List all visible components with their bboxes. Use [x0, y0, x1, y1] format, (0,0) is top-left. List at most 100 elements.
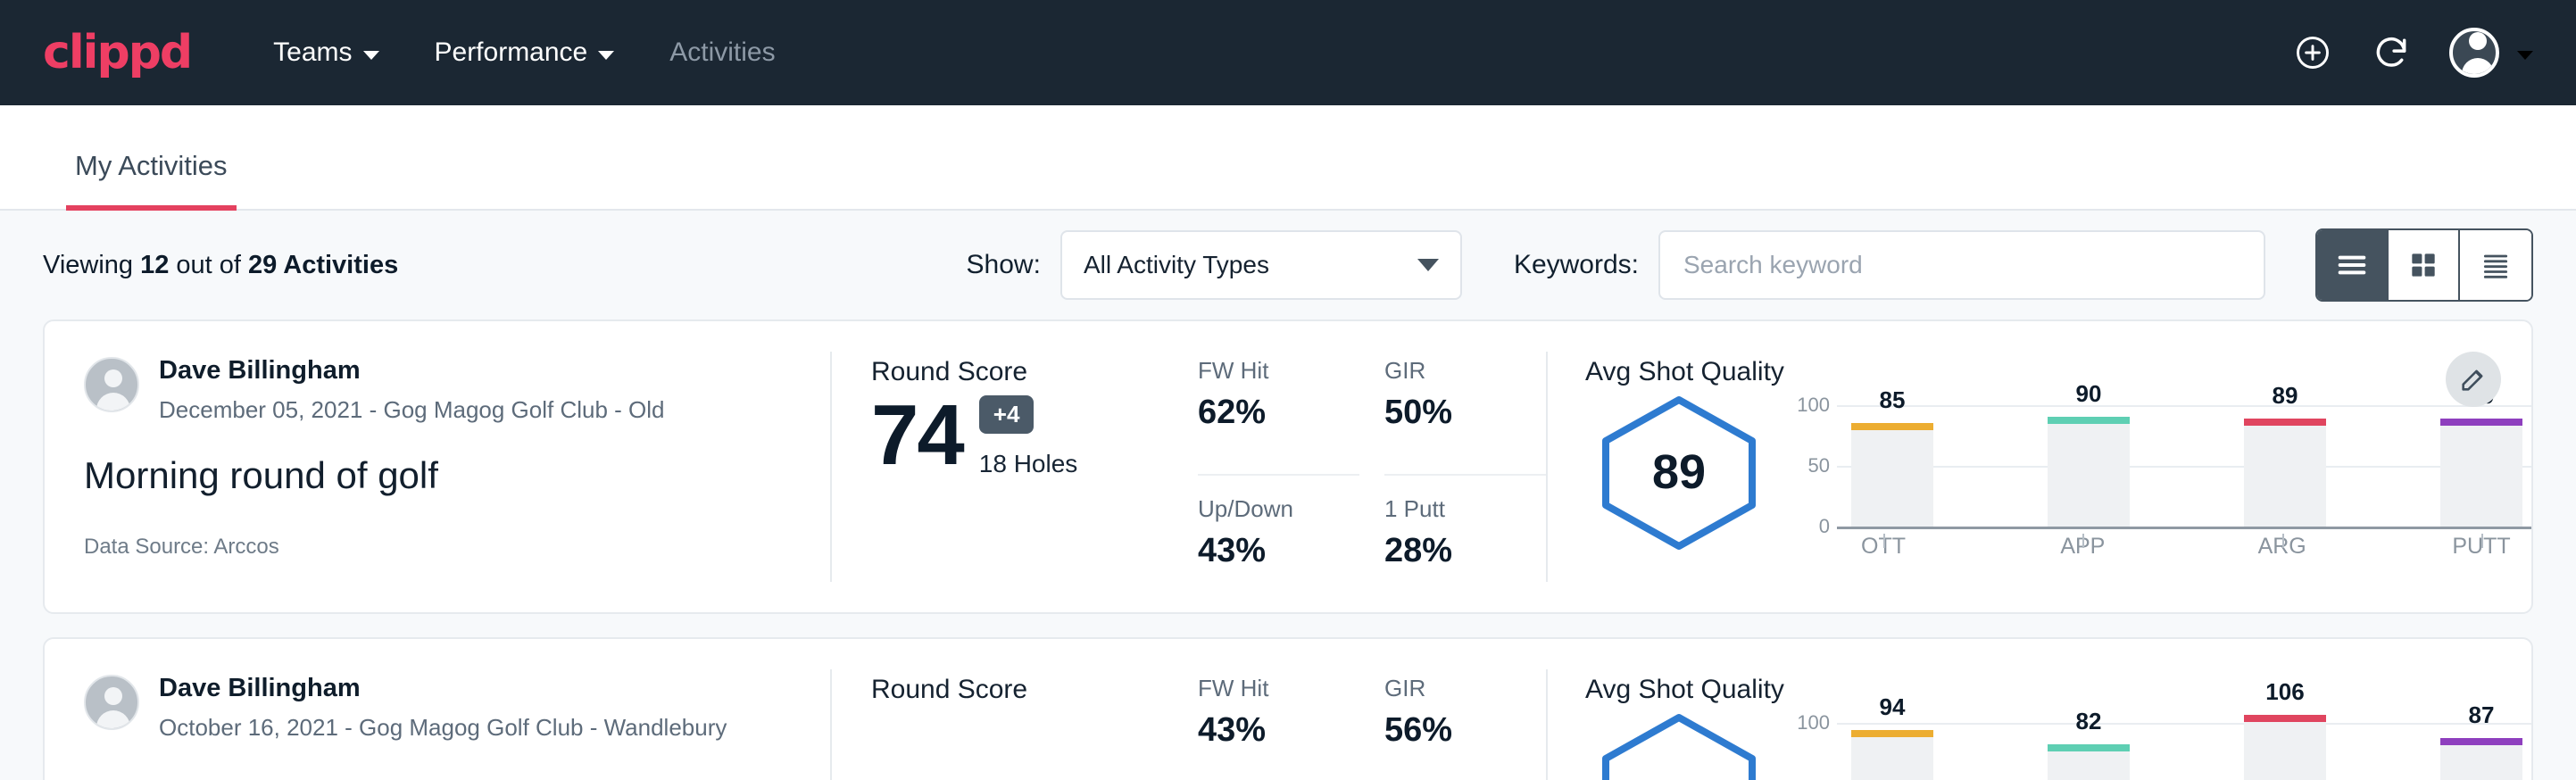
viewing-prefix: Viewing	[43, 251, 140, 279]
round-score-section: Round Score	[832, 639, 1171, 780]
activity-title: Morning round of golf	[84, 454, 791, 497]
bar-body	[1851, 737, 1933, 780]
activity-card[interactable]: Dave Billingham October 16, 2021 - Gog M…	[43, 637, 2533, 780]
round-score-label: Round Score	[871, 357, 1171, 387]
round-score-label: Round Score	[871, 675, 1171, 705]
bar-value-label: 82	[2048, 708, 2130, 735]
bar-cap	[2244, 419, 2326, 426]
stats-grid: FW Hit 62% GIR 50% Up/Down 43% 1 Putt 28…	[1171, 321, 1546, 612]
x-axis-label: APP	[2041, 534, 2123, 560]
bar-body	[2244, 722, 2326, 780]
stat-gir: GIR 50%	[1384, 357, 1546, 476]
tab-label: My Activities	[75, 150, 228, 181]
view-toggle-group	[2315, 228, 2533, 302]
stat-label: Up/Down	[1198, 495, 1359, 523]
viewing-mid: out of	[169, 251, 248, 279]
bar-cap	[2440, 419, 2522, 426]
stat-fw-hit: FW Hit 62%	[1198, 357, 1359, 476]
nav-item-label: Performance	[435, 37, 588, 68]
stat-gir: GIR 56%	[1384, 675, 1546, 780]
stats-grid: FW Hit 43% GIR 56%	[1171, 639, 1546, 780]
plus-circle-icon[interactable]	[2292, 32, 2333, 73]
compact-view-button[interactable]	[2460, 230, 2531, 300]
account-menu[interactable]	[2449, 28, 2533, 78]
activity-card[interactable]: Dave Billingham December 05, 2021 - Gog …	[43, 319, 2533, 614]
activity-subtitle: December 05, 2021 - Gog Magog Golf Club …	[159, 396, 665, 424]
bar-arg: 106	[2244, 710, 2326, 780]
bar-group: 94 82 106 87	[1851, 710, 2522, 780]
round-score-value: 74	[871, 393, 963, 478]
tab-my-activities[interactable]: My Activities	[66, 150, 237, 211]
bar-value-label: 87	[2440, 701, 2522, 729]
show-label: Show:	[967, 250, 1041, 280]
stat-up-down: Up/Down 43%	[1198, 495, 1359, 612]
bar-body	[1851, 430, 1933, 527]
round-score-row: 74 +4 18 Holes	[871, 393, 1171, 478]
nav-item-teams[interactable]: Teams	[270, 32, 382, 73]
holes-count: 18 Holes	[979, 450, 1078, 478]
quality-hexagon	[1585, 710, 1773, 780]
bar-ott: 85	[1851, 393, 1933, 527]
avg-shot-quality-section: Avg Shot Quality 100948210687 OTTAPPARGP…	[1548, 639, 2531, 780]
activity-summary: Dave Billingham December 05, 2021 - Gog …	[45, 321, 830, 612]
activity-subtitle: October 16, 2021 - Gog Magog Golf Club -…	[159, 714, 727, 742]
navbar-actions	[2292, 28, 2533, 78]
chevron-down-icon	[363, 51, 379, 60]
bar-body	[2048, 751, 2130, 780]
filter-bar: Viewing 12 out of 29 Activities Show: Al…	[43, 211, 2533, 319]
stat-label: GIR	[1384, 357, 1546, 385]
top-navbar: clippd Teams Performance Activities	[0, 0, 2576, 105]
chevron-down-icon	[598, 51, 614, 60]
x-axis-tick	[1883, 534, 1885, 548]
list-view-button[interactable]	[2317, 230, 2389, 300]
sub-tabbar: My Activities	[0, 105, 2576, 211]
avg-shot-quality-section: Avg Shot Quality 89 10050085908989 OTTAP…	[1548, 321, 2531, 612]
edit-activity-button[interactable]	[2446, 352, 2501, 407]
x-axis-tick	[2082, 534, 2084, 548]
filter-controls: Show: All Activity Types Keywords:	[967, 228, 2533, 302]
x-axis-label: ARG	[2241, 534, 2323, 560]
clippd-logo[interactable]: clippd	[43, 26, 191, 79]
x-axis-tick	[2282, 534, 2284, 548]
nav-item-performance[interactable]: Performance	[431, 32, 619, 73]
bar-value-label: 94	[1851, 693, 1933, 721]
bar-body	[2440, 745, 2522, 780]
activity-summary: Dave Billingham October 16, 2021 - Gog M…	[45, 639, 830, 780]
bar-cap	[2048, 744, 2130, 751]
refresh-icon[interactable]	[2371, 32, 2412, 73]
activity-type-select[interactable]: All Activity Types	[1060, 230, 1462, 300]
nav-item-activities[interactable]: Activities	[666, 32, 778, 73]
bar-group: 85908989	[1851, 393, 2522, 527]
stat-label: FW Hit	[1198, 675, 1359, 702]
quality-score-value: 89	[1585, 444, 1773, 500]
stat-one-putt: 1 Putt 28%	[1384, 495, 1546, 612]
bar-ott: 94	[1851, 710, 1933, 780]
owner-row: Dave Billingham December 05, 2021 - Gog …	[84, 357, 791, 424]
avatar	[84, 675, 139, 730]
stat-value: 50%	[1384, 394, 1546, 432]
x-axis-label: PUTT	[2440, 534, 2522, 560]
shot-quality-bar-chart: 10050085908989 OTTAPPARGPUTT	[1773, 393, 2531, 527]
quality-hexagon: 89	[1585, 393, 1773, 553]
bar-body	[2440, 426, 2522, 527]
bar-cap	[2048, 417, 2130, 424]
grid-view-button[interactable]	[2389, 230, 2460, 300]
bar-cap	[1851, 730, 1933, 737]
bar-putt: 87	[2440, 710, 2522, 780]
stat-value: 43%	[1198, 532, 1359, 570]
search-input[interactable]	[1658, 230, 2265, 300]
x-axis-label: OTT	[1842, 534, 1924, 560]
nav-item-label: Activities	[669, 37, 775, 68]
owner-row: Dave Billingham October 16, 2021 - Gog M…	[84, 675, 791, 742]
owner-name: Dave Billingham	[159, 675, 727, 703]
x-axis-tick	[2481, 534, 2483, 548]
stat-value: 43%	[1198, 711, 1359, 750]
bar-app: 82	[2048, 710, 2130, 780]
bar-value-label: 106	[2244, 678, 2326, 706]
stat-fw-hit: FW Hit 43%	[1198, 675, 1359, 780]
avatar	[84, 357, 139, 412]
bar-value-label: 85	[1851, 386, 1933, 414]
main-content: Viewing 12 out of 29 Activities Show: Al…	[0, 211, 2576, 780]
bar-cap	[2244, 715, 2326, 722]
viewing-summary: Viewing 12 out of 29 Activities	[43, 251, 398, 280]
